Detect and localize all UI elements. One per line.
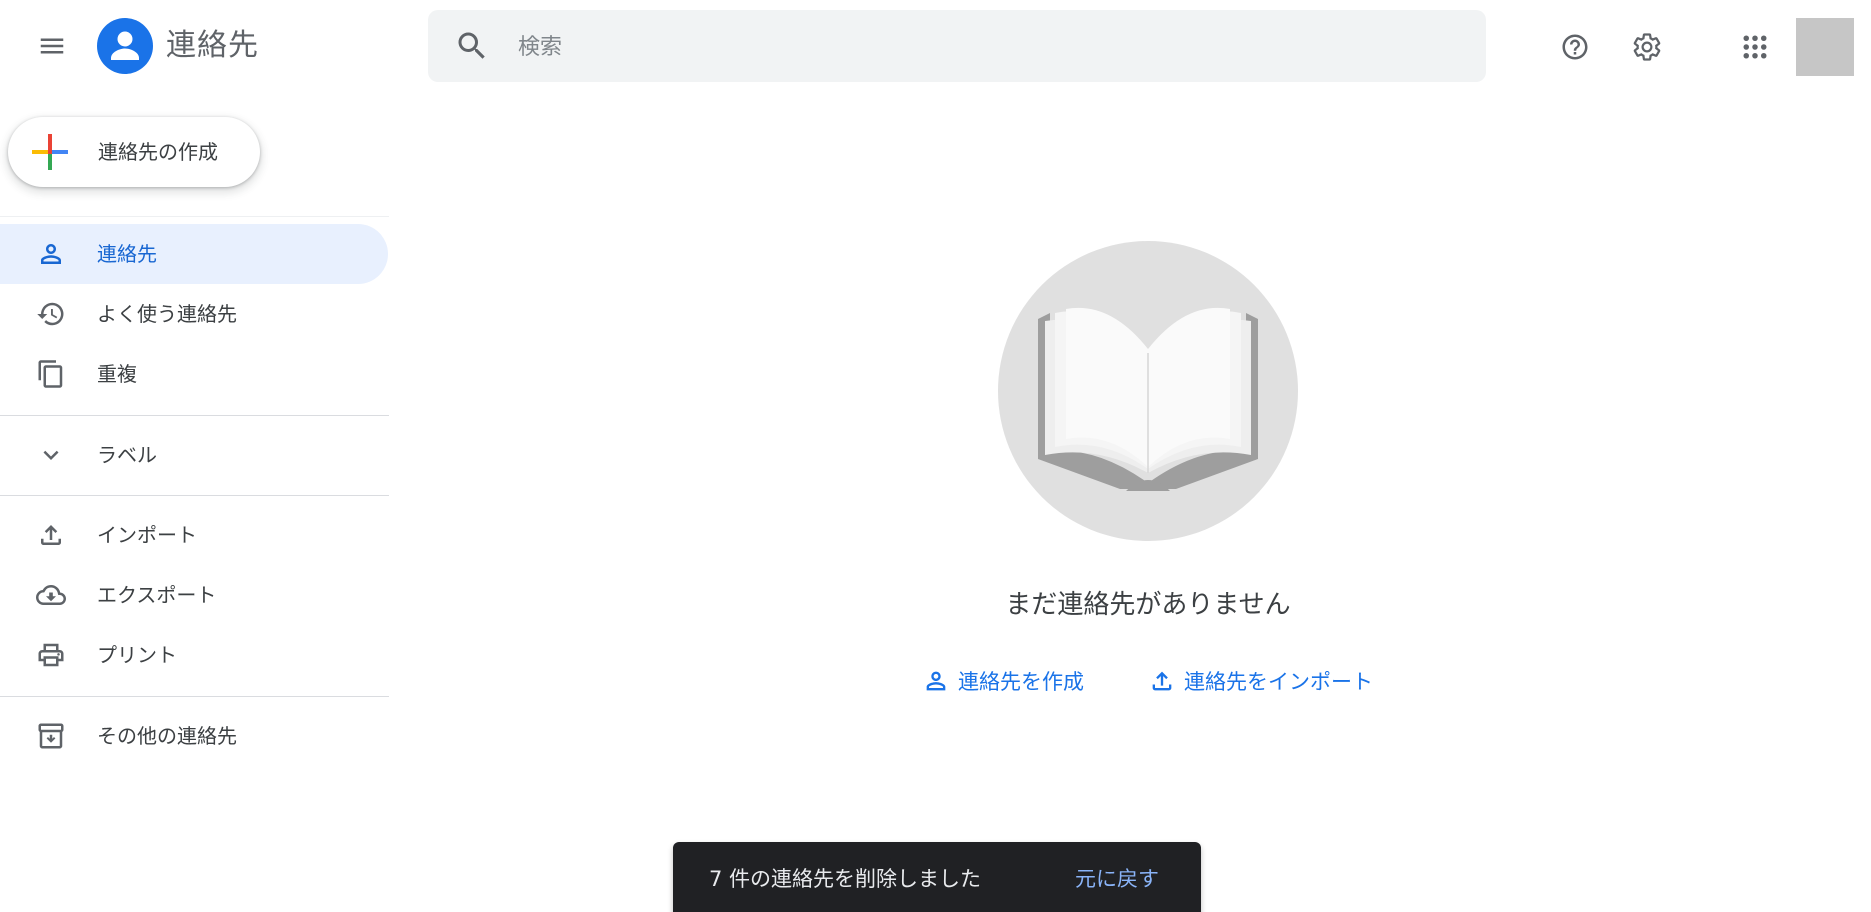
sidebar-item-contacts[interactable]: 連絡先 — [0, 224, 388, 284]
help-circle-icon — [1562, 34, 1588, 60]
history-icon — [37, 302, 64, 326]
import-contacts-link-label: 連絡先をインポート — [1184, 670, 1373, 694]
undo-button[interactable]: 元に戻す — [1075, 862, 1159, 896]
create-contact-link-label: 連絡先を作成 — [958, 670, 1084, 694]
archive-icon — [38, 723, 64, 749]
main-menu-button[interactable] — [28, 26, 76, 66]
sidebar-item-label: エクスポート — [97, 583, 217, 607]
sidebar-item-label: プリント — [97, 643, 177, 667]
person-icon — [41, 244, 61, 264]
app-title: 連絡先 — [166, 28, 259, 63]
sidebar-divider — [0, 216, 389, 217]
sidebar-item-print[interactable]: プリント — [0, 625, 388, 685]
sidebar-item-label: ラベル — [97, 443, 157, 467]
sidebar-item-label: 連絡先 — [97, 242, 157, 266]
sidebar-item-frequent[interactable]: よく使う連絡先 — [0, 284, 388, 344]
sidebar-item-duplicates[interactable]: 重複 — [0, 344, 388, 404]
apps-grid-icon — [1743, 35, 1767, 59]
sidebar-divider — [0, 415, 389, 416]
sidebar-item-export[interactable]: エクスポート — [0, 565, 388, 625]
sidebar-item-import[interactable]: インポート — [0, 505, 388, 565]
gear-icon — [1633, 33, 1661, 61]
copy-icon — [38, 360, 63, 388]
multicolor-plus-icon — [32, 134, 68, 170]
cloud-download-icon — [36, 585, 66, 605]
settings-button[interactable] — [1624, 24, 1670, 70]
search-input[interactable] — [516, 20, 1460, 74]
sidebar-item-other-contacts[interactable]: その他の連絡先 — [0, 706, 388, 766]
empty-state-title: まだ連絡先がありません — [1005, 590, 1291, 620]
snackbar-message: 7 件の連絡先を削除しました — [709, 867, 982, 891]
top-app-bar: 連絡先 — [0, 0, 1871, 92]
create-contact-label: 連絡先の作成 — [98, 140, 218, 164]
sidebar-divider — [0, 696, 389, 697]
search-icon[interactable] — [454, 28, 490, 64]
create-contact-button[interactable]: 連絡先の作成 — [8, 117, 260, 187]
sidebar-item-label: よく使う連絡先 — [97, 302, 237, 326]
apps-button[interactable] — [1732, 24, 1778, 70]
contacts-app: 連絡先 検索 連絡先の作成 連絡先 よく使う連絡先 重複 ラベル インポート エ… — [0, 0, 1871, 912]
account-avatar[interactable] — [1796, 18, 1854, 76]
upload-icon — [1152, 671, 1172, 691]
sidebar-item-label: 重複 — [97, 362, 137, 386]
sidebar-item-label: その他の連絡先 — [97, 724, 237, 748]
sidebar-divider — [0, 495, 389, 496]
sidebar-item-label: インポート — [97, 523, 197, 547]
help-button[interactable] — [1552, 24, 1598, 70]
upload-icon — [41, 525, 61, 545]
import-contacts-link[interactable]: 連絡先をインポート — [1148, 663, 1373, 699]
sidebar-item-labels[interactable]: ラベル — [0, 425, 388, 485]
contacts-logo-icon — [97, 18, 153, 74]
open-book-illustration — [998, 241, 1298, 541]
person-icon — [926, 671, 946, 691]
printer-icon — [38, 643, 64, 667]
create-contact-link[interactable]: 連絡先を作成 — [922, 663, 1084, 699]
hamburger-menu-icon — [40, 38, 64, 54]
search-bar[interactable] — [428, 10, 1486, 82]
chevron-down-icon — [43, 450, 59, 460]
snackbar: 7 件の連絡先を削除しました 元に戻す — [673, 842, 1201, 912]
